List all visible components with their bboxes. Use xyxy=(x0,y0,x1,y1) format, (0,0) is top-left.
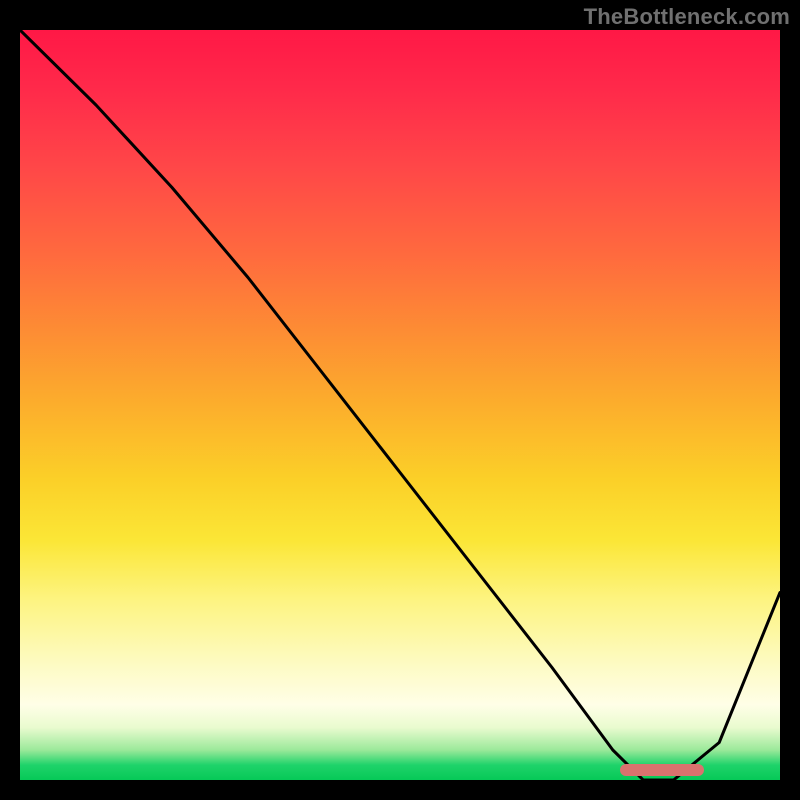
curve-path xyxy=(20,30,780,780)
chart-frame: TheBottleneck.com xyxy=(0,0,800,800)
optimal-range-marker xyxy=(620,764,704,776)
bottleneck-curve xyxy=(20,30,780,780)
attribution-label: TheBottleneck.com xyxy=(584,4,790,30)
plot-area xyxy=(20,30,780,780)
